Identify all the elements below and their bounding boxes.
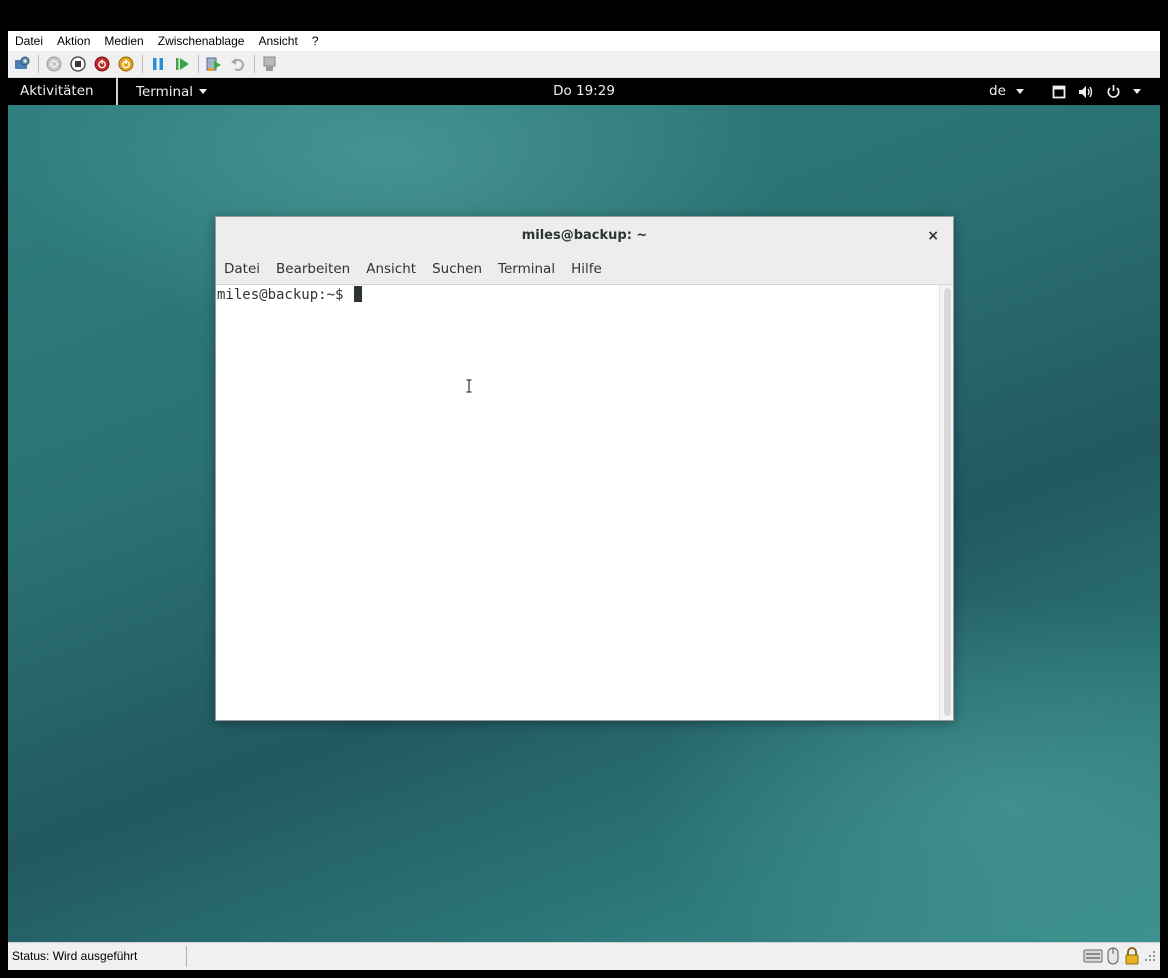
chevron-down-icon: [1016, 88, 1025, 94]
terminal-titlebar[interactable]: miles@backup: ~ ×: [216, 217, 953, 254]
start-icon[interactable]: [44, 54, 64, 74]
terminal-menu-bearbeiten[interactable]: Bearbeiten: [268, 261, 358, 277]
app-menu-button[interactable]: Terminal: [116, 78, 208, 105]
terminal-menu-terminal[interactable]: Terminal: [490, 261, 563, 277]
ibeam-cursor-icon: [466, 378, 472, 397]
status-separator: [186, 946, 187, 967]
terminal-menu-datei[interactable]: Datei: [216, 261, 268, 277]
toolbar-separator: [254, 55, 255, 73]
power-icon[interactable]: [116, 54, 136, 74]
settings-icon[interactable]: [12, 54, 32, 74]
revert-icon[interactable]: [228, 54, 248, 74]
enhanced-session-icon[interactable]: [260, 54, 280, 74]
text-cursor: [353, 286, 362, 302]
shutdown-icon[interactable]: [92, 54, 112, 74]
host-menu-datei[interactable]: Datei: [8, 31, 50, 51]
terminal-prompt: miles@backup:~$: [217, 287, 352, 303]
host-menu-zwischenablage[interactable]: Zwischenablage: [151, 31, 252, 51]
window-title: miles@backup: ~: [521, 228, 648, 243]
language-indicator[interactable]: de: [989, 78, 1025, 105]
terminal-window[interactable]: miles@backup: ~ × Datei Bearbeiten Ansic…: [215, 216, 954, 721]
language-label: de: [989, 83, 1006, 99]
window-icon: [1052, 85, 1066, 99]
close-icon[interactable]: ×: [927, 217, 939, 255]
status-icons: [1080, 946, 1156, 969]
checkpoint-icon[interactable]: [204, 54, 224, 74]
host-menu-aktion[interactable]: Aktion: [50, 31, 97, 51]
power-icon: [1106, 84, 1121, 99]
activities-button[interactable]: Aktivitäten: [20, 78, 94, 105]
desktop: miles@backup: ~ × Datei Bearbeiten Ansic…: [8, 105, 1160, 942]
toolbar-separator: [198, 55, 199, 73]
host-menu-medien[interactable]: Medien: [97, 31, 150, 51]
host-menu-help[interactable]: ?: [305, 31, 326, 51]
toolbar-separator: [38, 55, 39, 73]
pause-icon[interactable]: [148, 54, 168, 74]
clock-button[interactable]: Do 19:29: [553, 83, 615, 99]
gnome-top-bar: Aktivitäten Terminal Do 19:29 de: [8, 78, 1160, 105]
terminal-body[interactable]: miles@backup:~$: [216, 285, 953, 720]
scrollbar-thumb[interactable]: [944, 288, 951, 716]
scrollbar-trough[interactable]: [939, 285, 953, 720]
host-menu-ansicht[interactable]: Ansicht: [251, 31, 304, 51]
chevron-down-icon: [1133, 89, 1141, 94]
host-toolbar: [8, 51, 1160, 78]
stop-icon[interactable]: [68, 54, 88, 74]
resize-grip-icon[interactable]: [1144, 950, 1156, 965]
resume-icon[interactable]: [172, 54, 192, 74]
terminal-menu-suchen[interactable]: Suchen: [424, 261, 490, 277]
system-tray[interactable]: [1052, 78, 1141, 105]
volume-icon: [1078, 85, 1094, 99]
terminal-menubar: Datei Bearbeiten Ansicht Suchen Terminal…: [216, 254, 953, 285]
status-text: Status: Wird ausgeführt: [12, 949, 138, 963]
host-menubar: Datei Aktion Medien Zwischenablage Ansic…: [8, 31, 1160, 51]
terminal-app-icon: [116, 78, 118, 105]
terminal-menu-hilfe[interactable]: Hilfe: [563, 261, 610, 277]
chevron-down-icon: [199, 89, 208, 94]
toolbar-separator: [142, 55, 143, 73]
terminal-prompt-line: miles@backup:~$: [217, 286, 362, 304]
host-statusbar: Status: Wird ausgeführt: [8, 942, 1160, 970]
keyboard-icon[interactable]: [1083, 947, 1103, 968]
terminal-menu-ansicht[interactable]: Ansicht: [358, 261, 424, 277]
lock-icon[interactable]: [1123, 946, 1141, 969]
app-menu-label: Terminal: [136, 83, 194, 100]
mouse-icon[interactable]: [1106, 946, 1120, 969]
